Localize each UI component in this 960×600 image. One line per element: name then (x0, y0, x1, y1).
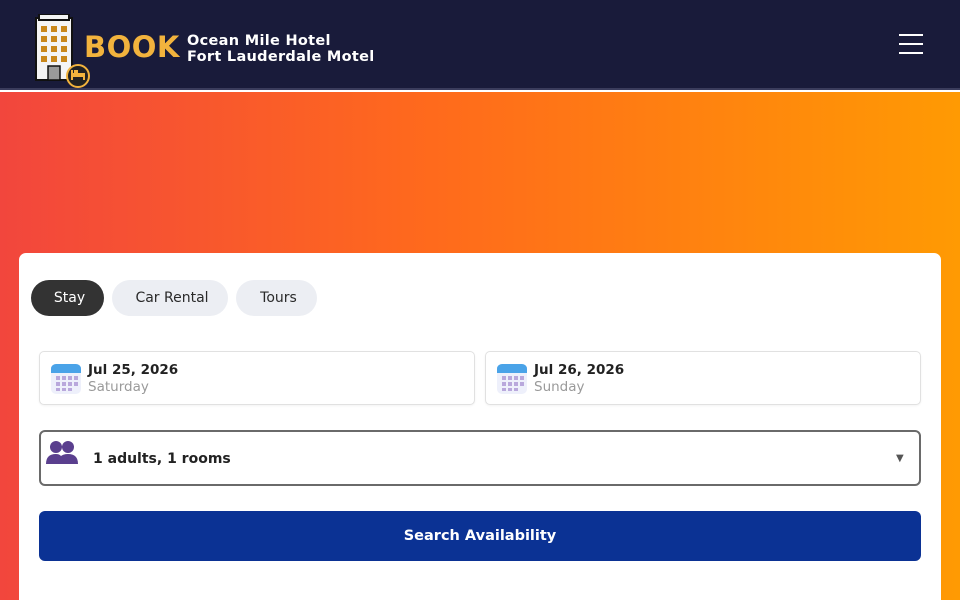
hotel-name-line1: Ocean Mile Hotel (187, 33, 331, 49)
chevron-down-icon: ▼ (896, 453, 904, 464)
tab-car-rental[interactable]: Car Rental (112, 280, 228, 316)
guests-rooms-value: 1 adults, 1 rooms (93, 451, 231, 467)
checkin-day: Saturday (88, 379, 149, 395)
checkin-date: Jul 25, 2026 (88, 362, 179, 378)
tab-car-rental-label: Car Rental (135, 290, 209, 306)
hamburger-menu-icon[interactable] (896, 34, 926, 58)
tab-tours-label: Tours (260, 290, 297, 306)
calendar-icon (51, 364, 81, 394)
checkout-date: Jul 26, 2026 (534, 362, 625, 378)
hotel-name[interactable]: Ocean Mile Hotel Fort Lauderdale Motel (187, 33, 375, 65)
logo-text[interactable]: BOOK (84, 30, 180, 64)
site-header: BOOK Ocean Mile Hotel Fort Lauderdale Mo… (0, 0, 960, 90)
tab-stay-label: Stay (53, 290, 86, 306)
hotel-name-line2: Fort Lauderdale Motel (187, 49, 375, 65)
tab-tours[interactable]: Tours (236, 280, 317, 316)
calendar-icon (497, 364, 527, 394)
users-icon (46, 441, 78, 464)
guests-rooms-select[interactable]: 1 adults, 1 rooms ▼ (39, 430, 921, 486)
checkout-date-field[interactable]: Jul 26, 2026 Sunday (485, 351, 921, 405)
search-availability-button[interactable]: Search Availability (39, 511, 921, 561)
checkout-day: Sunday (534, 379, 585, 395)
checkin-date-field[interactable]: Jul 25, 2026 Saturday (39, 351, 475, 405)
tab-stay[interactable]: Stay (31, 280, 104, 316)
